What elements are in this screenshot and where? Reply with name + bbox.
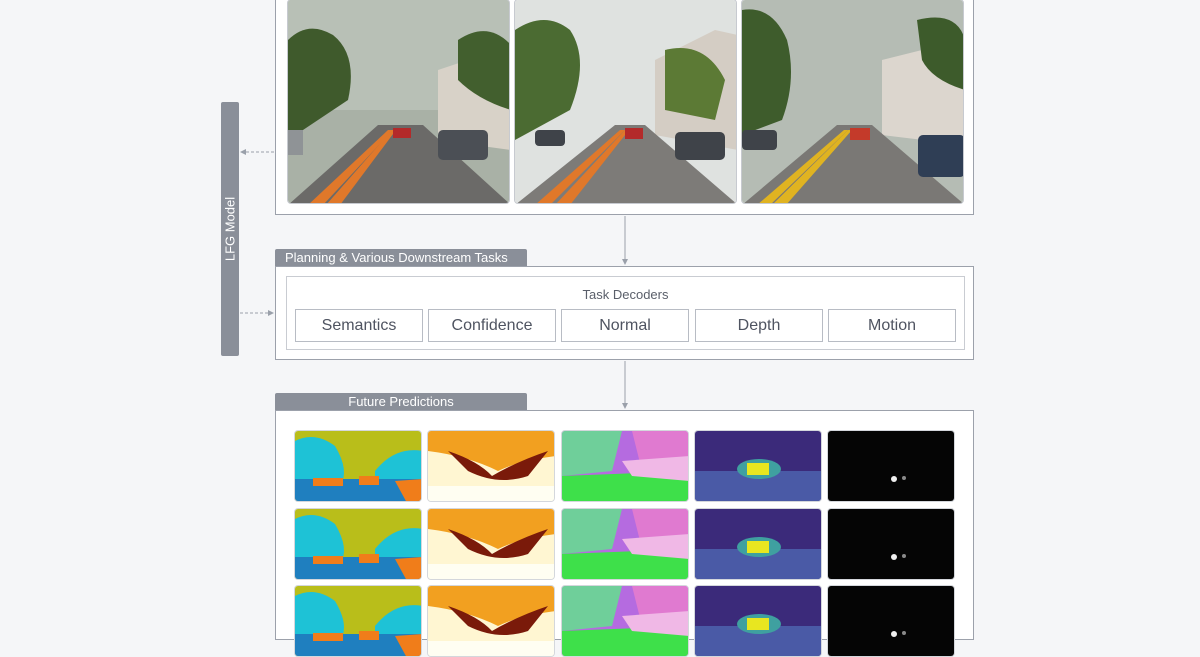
predictions-section-title: Future Predictions <box>348 394 454 409</box>
input-frames-panel <box>275 0 974 215</box>
prediction-normal-row-3 <box>561 585 689 657</box>
planning-section-title: Planning & Various Downstream Tasks <box>285 250 508 265</box>
prediction-depth-row-3 <box>694 585 822 657</box>
prediction-motion-row-2 <box>827 508 955 580</box>
street-frame-3 <box>741 0 964 204</box>
planning-section-tab: Planning & Various Downstream Tasks <box>275 249 527 266</box>
prediction-confidence-row-3 <box>427 585 555 657</box>
lfg-model-bar: LFG Model <box>221 102 239 356</box>
task-decoders-box: Task Decoders Semantics Confidence Norma… <box>286 276 965 350</box>
prediction-confidence-row-1 <box>427 430 555 502</box>
prediction-depth-row-1 <box>694 430 822 502</box>
predictions-section-tab: Future Predictions <box>275 393 527 410</box>
planning-panel: Task Decoders Semantics Confidence Norma… <box>275 266 974 360</box>
prediction-motion-row-1 <box>827 430 955 502</box>
decoder-motion: Motion <box>828 309 956 342</box>
prediction-normal-row-1 <box>561 430 689 502</box>
prediction-semantics-row-3 <box>294 585 422 657</box>
prediction-motion-row-3 <box>827 585 955 657</box>
lfg-model-label: LFG Model <box>222 196 238 262</box>
decoder-semantics: Semantics <box>295 309 423 342</box>
task-decoders-title: Task Decoders <box>582 287 669 302</box>
prediction-semantics-row-2 <box>294 508 422 580</box>
street-frame-2 <box>514 0 737 204</box>
prediction-depth-row-2 <box>694 508 822 580</box>
future-predictions-panel <box>275 410 974 657</box>
decoder-normal: Normal <box>561 309 689 342</box>
prediction-normal-row-2 <box>561 508 689 580</box>
prediction-semantics-row-1 <box>294 430 422 502</box>
street-frame-1 <box>287 0 510 204</box>
prediction-confidence-row-2 <box>427 508 555 580</box>
decoder-depth: Depth <box>695 309 823 342</box>
decoder-confidence: Confidence <box>428 309 556 342</box>
